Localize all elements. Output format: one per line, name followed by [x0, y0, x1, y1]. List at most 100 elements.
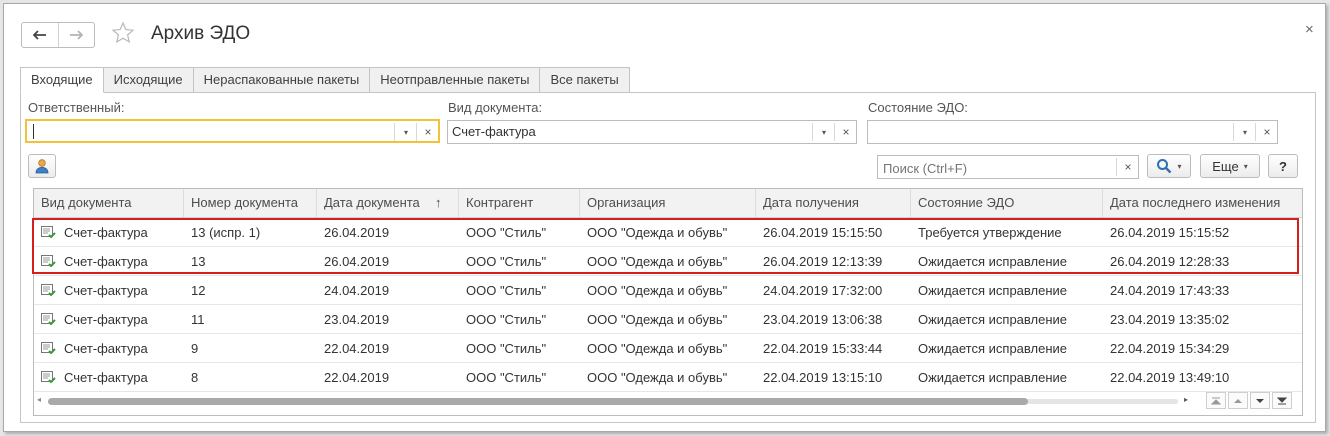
cell-doc-number: 8	[191, 370, 199, 385]
column-header-organization[interactable]: Организация	[580, 189, 756, 217]
documents-table: Вид документа Номер документа Дата докум…	[33, 188, 1303, 416]
column-header-edo-state[interactable]: Состояние ЭДО	[911, 189, 1103, 217]
table-header: Вид документа Номер документа Дата докум…	[34, 189, 1302, 218]
scroll-up-button[interactable]	[1228, 392, 1248, 409]
table-row[interactable]: Счет-фактура 12 24.04.2019 ООО "Стиль" ООО "…	[34, 276, 1302, 305]
more-button[interactable]: Еще ▾	[1200, 154, 1260, 178]
cell-organization: ООО "Одежда и обувь"	[587, 341, 728, 356]
user-icon	[35, 159, 49, 174]
scroll-left-icon[interactable]: ◂	[37, 395, 41, 404]
search-button[interactable]: ▾	[1147, 154, 1191, 178]
cell-doc-date: 26.04.2019	[324, 225, 390, 240]
table-row[interactable]: Счет-фактура 9 22.04.2019 ООО "Стиль" ООО "О…	[34, 334, 1302, 363]
scroll-to-top-button[interactable]	[1206, 392, 1226, 409]
cell-doc-date: 24.04.2019	[324, 283, 390, 298]
cell-edo-state: Ожидается исправление	[918, 370, 1067, 385]
tab-outgoing[interactable]: Исходящие	[103, 67, 194, 93]
clear-search-icon[interactable]: ×	[1116, 158, 1139, 176]
responsible-label: Ответственный:	[28, 100, 125, 115]
doc-type-text: Счет-фактура	[64, 225, 148, 240]
arrow-down-icon	[1256, 398, 1264, 403]
scroll-down-button[interactable]	[1250, 392, 1270, 409]
column-header-doc-number[interactable]: Номер документа	[184, 189, 317, 217]
arrow-right-icon	[70, 30, 84, 40]
cell-counterparty: ООО "Стиль"	[466, 341, 547, 356]
chevron-down-icon[interactable]: ▾	[1233, 123, 1256, 141]
scroll-to-bottom-button[interactable]	[1272, 392, 1292, 409]
arrow-up-icon	[1234, 398, 1242, 403]
cell-organization: ООО "Одежда и обувь"	[587, 225, 728, 240]
cell-organization: ООО "Одежда и обувь"	[587, 370, 728, 385]
table-row[interactable]: Счет-фактура 8 22.04.2019 ООО "Стиль" ООО "О…	[34, 363, 1302, 392]
tab-unsent[interactable]: Неотправленные пакеты	[370, 67, 541, 93]
favorite-button[interactable]	[111, 21, 135, 48]
cell-counterparty: ООО "Стиль"	[466, 225, 547, 240]
cell-doc-type: Счет-фактура	[34, 276, 184, 305]
cell-last-change: 24.04.2019 17:43:33	[1110, 283, 1230, 298]
column-header-received-date[interactable]: Дата получения	[756, 189, 911, 217]
horizontal-scrollbar[interactable]: ◂ ▸	[34, 394, 1194, 408]
column-header-counterparty[interactable]: Контрагент	[459, 189, 580, 217]
cell-received-date: 24.04.2019 17:32:00	[763, 283, 883, 298]
more-button-label: Еще	[1212, 158, 1239, 174]
clear-icon[interactable]: ×	[416, 123, 439, 141]
cell-edo-state: Ожидается исправление	[918, 283, 1067, 298]
cell-doc-type: Счет-фактура	[34, 305, 184, 334]
help-button[interactable]: ?	[1268, 154, 1298, 178]
cell-doc-type: Счет-фактура	[34, 334, 184, 363]
incoming-document-icon	[41, 284, 56, 297]
cell-doc-date: 22.04.2019	[324, 341, 390, 356]
back-button[interactable]	[22, 23, 58, 47]
incoming-document-icon	[41, 226, 56, 239]
table-row[interactable]: Счет-фактура 11 23.04.2019 ООО "Стиль" ООО "…	[34, 305, 1302, 334]
search-input[interactable]	[881, 158, 1115, 178]
scroll-right-icon[interactable]: ▸	[1184, 395, 1188, 404]
cell-counterparty: ООО "Стиль"	[466, 370, 547, 385]
column-header-doc-type[interactable]: Вид документа	[34, 189, 184, 217]
tab-incoming[interactable]: Входящие	[20, 67, 104, 93]
cell-counterparty: ООО "Стиль"	[466, 312, 547, 327]
cell-doc-date: 23.04.2019	[324, 312, 390, 327]
cell-last-change: 26.04.2019 15:15:52	[1110, 225, 1230, 240]
close-button[interactable]: ×	[1305, 21, 1314, 38]
chevron-down-icon[interactable]: ▾	[812, 123, 835, 141]
table-row[interactable]: Счет-фактура 13 26.04.2019 ООО "Стиль" ООО "…	[34, 247, 1302, 276]
cell-last-change: 26.04.2019 12:28:33	[1110, 254, 1230, 269]
edo-archive-window: Архив ЭДО × Входящие Исходящие Нераспако…	[3, 3, 1326, 432]
forward-button[interactable]	[57, 23, 95, 47]
chevron-down-icon[interactable]: ▾	[394, 123, 417, 141]
cell-doc-type: Счет-фактура	[34, 247, 184, 276]
cell-doc-number: 9	[191, 341, 199, 356]
scrollbar-thumb[interactable]	[48, 398, 1028, 405]
cell-doc-number: 12	[191, 283, 206, 298]
cell-doc-date: 26.04.2019	[324, 254, 390, 269]
edo-state-field[interactable]: ▾ ×	[867, 120, 1278, 144]
sort-ascending-icon: ↑	[435, 195, 442, 210]
cell-last-change: 23.04.2019 13:35:02	[1110, 312, 1230, 327]
responsible-field[interactable]: ▾ ×	[25, 119, 440, 143]
first-row-icon	[1211, 397, 1221, 404]
text-cursor	[33, 124, 34, 139]
history-nav	[21, 22, 95, 48]
cell-received-date: 23.04.2019 13:06:38	[763, 312, 883, 327]
incoming-document-icon	[41, 255, 56, 268]
column-header-last-change[interactable]: Дата последнего изменения	[1103, 189, 1302, 217]
cell-counterparty: ООО "Стиль"	[466, 254, 547, 269]
doc-type-field[interactable]: Счет-фактура ▾ ×	[447, 120, 857, 144]
search-field[interactable]: ×	[877, 155, 1139, 179]
incoming-document-icon	[41, 342, 56, 355]
cell-received-date: 26.04.2019 15:15:50	[763, 225, 883, 240]
column-header-doc-date[interactable]: Дата документа ↑	[317, 189, 459, 217]
cell-organization: ООО "Одежда и обувь"	[587, 283, 728, 298]
cell-last-change: 22.04.2019 13:49:10	[1110, 370, 1230, 385]
column-header-doc-date-label: Дата документа	[324, 195, 420, 210]
tab-all-packages[interactable]: Все пакеты	[540, 67, 630, 93]
incoming-document-icon	[41, 313, 56, 326]
cell-counterparty: ООО "Стиль"	[466, 283, 547, 298]
cell-edo-state: Ожидается исправление	[918, 254, 1067, 269]
clear-icon[interactable]: ×	[1255, 123, 1278, 141]
tab-unpacked[interactable]: Нераспакованные пакеты	[193, 67, 371, 93]
table-row[interactable]: Счет-фактура 13 (испр. 1) 26.04.2019 ООО "С…	[34, 218, 1302, 247]
responsible-user-button[interactable]	[28, 154, 56, 178]
clear-icon[interactable]: ×	[834, 123, 857, 141]
